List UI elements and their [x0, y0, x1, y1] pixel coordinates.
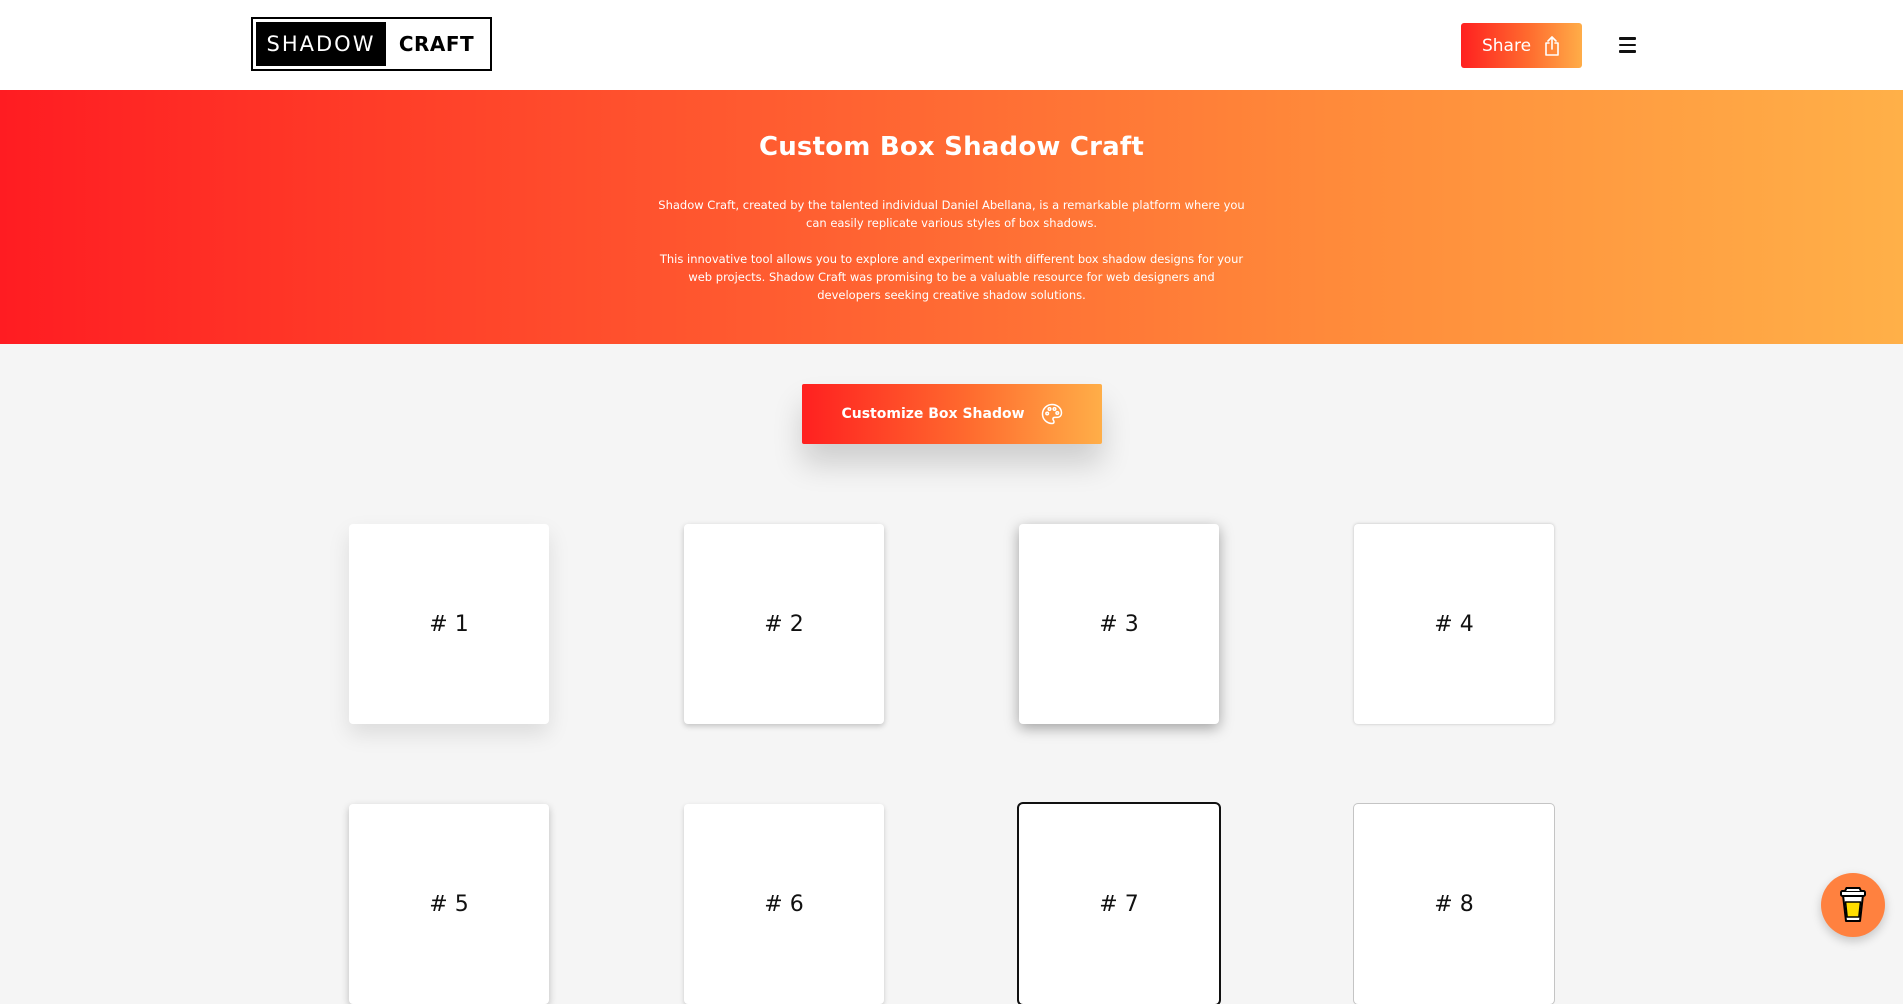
shadow-card-1[interactable]: # 1	[349, 524, 549, 724]
shadow-card-6[interactable]: # 6	[684, 804, 884, 1004]
shadow-card-2[interactable]: # 2	[684, 524, 884, 724]
hero-paragraph-2: This innovative tool allows you to explo…	[659, 252, 1244, 302]
shadow-card-5[interactable]: # 5	[349, 804, 549, 1004]
menu-line	[1618, 37, 1636, 40]
shadow-card-8[interactable]: # 8	[1354, 804, 1554, 1004]
hero-paragraph-1: Shadow Craft, created by the talented in…	[658, 198, 1245, 230]
hero-title: Custom Box Shadow Craft	[758, 132, 1145, 162]
customize-button-label: Customize Box Shadow	[841, 406, 1025, 422]
share-icon	[1545, 35, 1559, 56]
site-header: SHADOW CRAFT Share	[0, 0, 1903, 90]
shadow-card-4[interactable]: # 4	[1354, 524, 1554, 724]
shadow-craft-logo[interactable]: SHADOW CRAFT	[251, 17, 492, 71]
logo-light-text: CRAFT	[398, 32, 475, 56]
logo-dark-text: SHADOW	[256, 22, 386, 66]
menu-line	[1618, 50, 1636, 53]
hamburger-menu-icon[interactable]	[1614, 33, 1640, 57]
hero-banner: Custom Box Shadow Craft Shadow Craft, cr…	[0, 90, 1903, 344]
menu-line	[1618, 43, 1636, 47]
buy-me-a-coffee-button[interactable]	[1821, 873, 1885, 937]
share-button[interactable]: Share	[1461, 23, 1582, 68]
shadow-card-3[interactable]: # 3	[1019, 524, 1219, 724]
coffee-cup-icon	[1840, 887, 1866, 922]
customize-box-shadow-button[interactable]: Customize Box Shadow	[802, 384, 1102, 444]
share-button-label: Share	[1481, 35, 1532, 56]
palette-icon	[1041, 403, 1062, 425]
shadow-card-7[interactable]: # 7	[1019, 804, 1219, 1004]
